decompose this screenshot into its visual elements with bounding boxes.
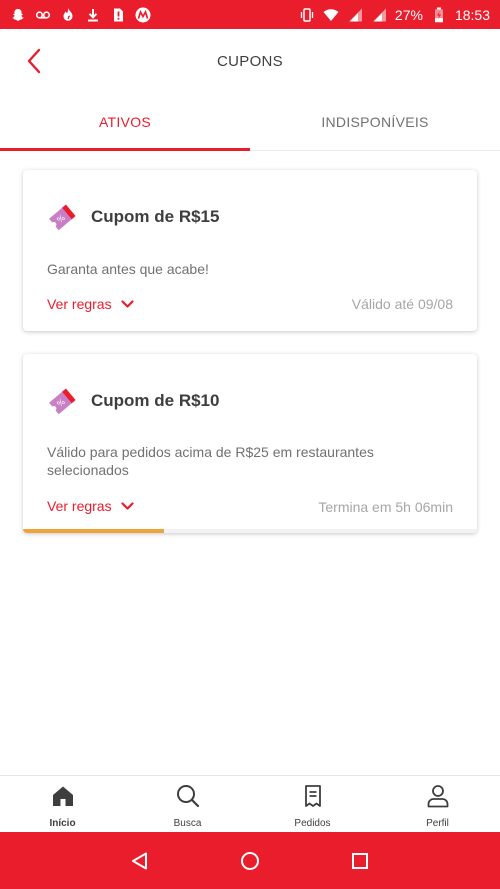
coupon-card[interactable]: % Cupom de R$10 Válido para pedidos acim…: [23, 354, 477, 533]
nav-label: Início: [49, 818, 76, 829]
motorola-icon: [135, 7, 151, 23]
download-icon: [85, 7, 101, 23]
system-back-button[interactable]: [128, 849, 152, 873]
sim-alert-icon: [110, 7, 126, 23]
search-icon: [176, 785, 199, 808]
chevron-down-icon: [120, 501, 134, 510]
nav-item-inicio[interactable]: Início: [0, 776, 125, 832]
tab-indisponiveis[interactable]: INDISPONÍVEIS: [250, 93, 500, 150]
coupon-description: Válido para pedidos acima de R$25 em res…: [47, 444, 374, 478]
signal-icon: [347, 7, 363, 23]
nav-label: Perfil: [426, 818, 449, 829]
snapchat-icon: [10, 7, 26, 23]
back-button[interactable]: [20, 45, 48, 77]
voicemail-icon: [35, 7, 51, 23]
nav-item-perfil[interactable]: Perfil: [375, 776, 500, 832]
tab-ativos[interactable]: ATIVOS: [0, 93, 250, 151]
coupon-countdown: Termina em 5h 06min: [318, 499, 453, 515]
status-bar: 27% 18:53: [0, 0, 500, 29]
chevron-left-icon: [27, 48, 41, 74]
coupon-tabs: ATIVOS INDISPONÍVEIS: [0, 93, 500, 151]
coupon-ticket-icon: %: [49, 388, 76, 415]
chevron-down-icon: [120, 299, 134, 308]
receipt-icon: [304, 785, 321, 807]
app-header: CUPONS: [0, 29, 500, 93]
home-icon: [52, 786, 73, 806]
coupon-validity: Válido até 09/08: [351, 296, 453, 312]
coupon-header: % Cupom de R$10: [45, 384, 219, 418]
coupon-time-progress-fill: [23, 529, 164, 533]
coupon-card[interactable]: % Cupom de R$15 Garanta antes que acabe!…: [23, 170, 477, 331]
bottom-navigation: Início Busca Pedidos Perfil: [0, 775, 500, 832]
fire-icon: [60, 7, 76, 23]
wifi-icon: [323, 7, 339, 23]
coupon-time-progress: [23, 529, 477, 533]
battery-charging-icon: [431, 7, 447, 23]
system-navigation-bar: [0, 832, 500, 889]
see-rules-link[interactable]: Ver regras: [47, 498, 134, 514]
see-rules-label: Ver regras: [47, 296, 112, 312]
circle-home-icon: [241, 851, 259, 870]
vibrate-icon: [299, 7, 315, 23]
signal-icon: [371, 7, 387, 23]
coupon-title: Cupom de R$15: [91, 207, 220, 226]
clock: 18:53: [454, 6, 490, 23]
person-icon: [427, 785, 448, 808]
coupon-description: Garanta antes que acabe!: [47, 261, 209, 277]
nav-label: Busca: [173, 818, 202, 829]
battery-percent: 27%: [394, 6, 423, 23]
see-rules-link[interactable]: Ver regras: [47, 296, 134, 312]
nav-item-busca[interactable]: Busca: [125, 776, 250, 832]
coupon-title: Cupom de R$10: [91, 391, 220, 410]
page-title: CUPONS: [217, 52, 283, 70]
nav-label: Pedidos: [294, 818, 331, 829]
triangle-back-icon: [132, 852, 147, 869]
see-rules-label: Ver regras: [47, 498, 112, 514]
coupon-header: % Cupom de R$15: [45, 200, 219, 234]
square-recents-icon: [352, 852, 368, 869]
system-home-button[interactable]: [238, 849, 262, 873]
coupon-ticket-icon: %: [49, 204, 76, 231]
system-recents-button[interactable]: [348, 849, 372, 873]
nav-item-pedidos[interactable]: Pedidos: [250, 776, 375, 832]
